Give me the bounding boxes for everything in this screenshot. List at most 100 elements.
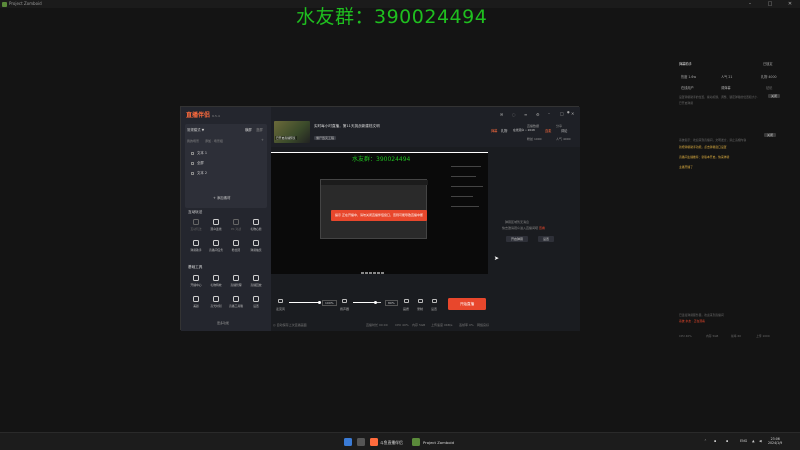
input-language[interactable]: ENG <box>740 439 747 443</box>
speaker-icon[interactable] <box>342 299 347 303</box>
speaker-fill <box>353 302 376 303</box>
chat-tab-gift[interactable]: 礼物 <box>501 128 507 133</box>
group-banner: 水友群：390024494 <box>296 6 488 28</box>
clock[interactable]: 23:06 2024/1/9 <box>768 437 782 446</box>
avatar[interactable]: ● <box>567 110 570 114</box>
tool-room-task[interactable]: 直播间任务 <box>207 240 225 252</box>
chat-icon <box>193 240 199 246</box>
app-maximize-icon[interactable]: □ <box>560 111 564 116</box>
tool-highlight[interactable]: 高光时刻 <box>207 296 225 308</box>
tool-lottery[interactable]: 弹幕抽奖 <box>247 240 265 252</box>
mic-knob[interactable] <box>317 301 321 304</box>
speaker-volume-slider[interactable] <box>353 301 381 304</box>
scene-mode-select[interactable]: 常规模式 ▼ <box>187 127 204 132</box>
scene-actions[interactable]: 添加 · 场景组 <box>205 139 223 143</box>
camera-icon[interactable] <box>404 299 409 303</box>
open-danmaku-button[interactable]: 开启弹幕 <box>506 236 529 242</box>
perf-mem: 内存 5GB <box>706 334 719 338</box>
autosave-status: ◎ 自动保存上次直播画面 <box>273 323 307 327</box>
checkbox-icon[interactable] <box>191 151 194 155</box>
chat-tab-danmaku[interactable]: 弹幕 <box>491 128 497 133</box>
tool-beauty[interactable]: 美颜 <box>187 296 205 308</box>
tray-arrow-icon[interactable]: ⌃ <box>704 439 707 443</box>
tool-settings[interactable]: 设置 <box>247 296 265 308</box>
tray-app-icon[interactable]: ▪ <box>714 439 716 443</box>
chat-tab-comment[interactable]: 评论 <box>561 128 567 133</box>
chat-tab-mic[interactable]: 连麦 <box>545 128 551 133</box>
close-icon[interactable]: ✕ <box>780 0 800 8</box>
stream-preview[interactable]: 水友群：390024494 提示 正在开播中，请勿关闭直播伴侣窗口，否则可能导致… <box>271 152 488 274</box>
game-icon <box>193 219 199 225</box>
explorer-icon[interactable] <box>357 438 365 446</box>
tab-sticker[interactable]: 贴纸 <box>766 85 772 90</box>
tool-toolbox[interactable]: 直播工具箱 <box>227 296 245 308</box>
network-icon[interactable]: ▲ <box>752 439 755 443</box>
zomboid-icon[interactable] <box>412 438 420 446</box>
tool-fan-club[interactable]: 粉丝团 <box>227 240 245 252</box>
chat-settings-button[interactable]: 设置 <box>538 236 555 242</box>
app-settings-icon[interactable]: ⚙ <box>536 112 540 117</box>
add-source-button[interactable]: + 添加素材 <box>213 195 230 200</box>
notification-icon[interactable]: ✉ <box>500 112 503 117</box>
room-title[interactable]: 实时每小时直播，第11天挑战新建档文明 <box>314 124 380 129</box>
source-item[interactable]: 文本 2 <box>191 170 207 175</box>
tab-landscape[interactable]: 横屏 <box>245 127 252 132</box>
record-icon[interactable] <box>418 299 423 303</box>
perf-cpu: CPU 40% <box>679 334 692 338</box>
tab-danmaku[interactable]: 调弹幕 <box>721 85 731 90</box>
room-category[interactable]: 僵尸毁灭工程 <box>314 136 337 140</box>
app-minimize-icon[interactable]: – <box>548 111 550 116</box>
source-item[interactable]: 全屏 <box>191 160 204 165</box>
more-features-link[interactable]: 更多功能 <box>217 321 229 325</box>
tab-portrait[interactable]: 竖屏 <box>256 127 263 132</box>
app-close-icon[interactable]: ✕ <box>571 111 574 116</box>
preview-alert: 提示 正在开播中，请勿关闭直播伴侣窗口，否则可能导致直播中断 <box>331 210 427 221</box>
message-icon[interactable]: ◌ <box>512 112 516 117</box>
maximize-icon[interactable]: □ <box>760 0 780 8</box>
tool-live-center[interactable]: 开播中心 <box>187 275 205 287</box>
highlight-note-3: 主播开播了 <box>679 165 693 169</box>
tool-label: 设置 <box>253 304 259 308</box>
window-title: Project Zomboid <box>9 1 42 6</box>
speaker-label: 扬声器 <box>340 307 350 311</box>
tool-live-manage[interactable]: 直播管理 <box>227 275 245 287</box>
checkbox-icon[interactable] <box>191 161 194 165</box>
tool-gift-effect[interactable]: 礼物特效 <box>207 275 225 287</box>
helper-close-button-2[interactable]: 关闭 <box>764 133 777 137</box>
preview-banner: 水友群：390024494 <box>352 156 411 163</box>
start-icon[interactable] <box>344 438 352 446</box>
microphone-icon[interactable] <box>278 299 283 303</box>
live-companion-icon[interactable] <box>370 438 378 446</box>
source-item[interactable]: 文本 1 <box>191 150 207 155</box>
tab-online-users[interactable]: 在线用户 <box>681 85 694 90</box>
mic-label: 麦克风 <box>276 307 286 311</box>
tool-interactive[interactable]: 互动玩法 <box>187 219 205 231</box>
tool-replay[interactable]: 直播回放 <box>247 275 265 287</box>
status-mem: 内存 5GB <box>412 323 426 327</box>
tool-gift-wish[interactable]: 礼物心愿 <box>247 219 265 231</box>
speaker-knob[interactable] <box>373 301 377 304</box>
chat-view-link[interactable]: 查看 <box>539 226 545 230</box>
tray-app-icon-2[interactable]: ▪ <box>726 439 728 443</box>
popularity-count: 人气 4000 <box>556 137 571 141</box>
checkbox-icon[interactable] <box>191 171 194 175</box>
volume-icon[interactable]: ◀ <box>759 439 762 443</box>
settings-label: 设置 <box>431 307 438 311</box>
menu-icon[interactable]: ≡ <box>524 112 527 117</box>
tool-label: 开播中心 <box>190 283 202 287</box>
settings-icon[interactable] <box>432 299 437 303</box>
add-scene-icon[interactable]: + <box>261 138 264 142</box>
mic-volume-slider[interactable] <box>289 301 321 304</box>
start-live-button[interactable]: 开始直播 <box>448 298 486 310</box>
tool-audience-link[interactable]: 观众连线 <box>207 219 225 231</box>
tool-pk[interactable]: PK 对战 <box>227 219 245 231</box>
minimize-icon[interactable]: – <box>740 0 760 8</box>
taskbar-zomboid[interactable]: Project Zomboid <box>423 440 454 445</box>
helper-close-button[interactable]: 关闭 <box>768 94 781 98</box>
tool-label: 美颜 <box>193 304 199 308</box>
highlight-note-1: 新增弹幕助手功能，点击弹幕窗口设置 <box>679 145 727 149</box>
taskbar-live-companion[interactable]: 斗鱼直播伴侣 <box>380 440 403 446</box>
tool-danmaku-helper[interactable]: 弹幕助手 <box>187 240 205 252</box>
lock-toggle[interactable]: 已锁定 <box>763 61 773 66</box>
chat-tab-audience[interactable]: 在线观众 • 2048 <box>513 128 535 132</box>
